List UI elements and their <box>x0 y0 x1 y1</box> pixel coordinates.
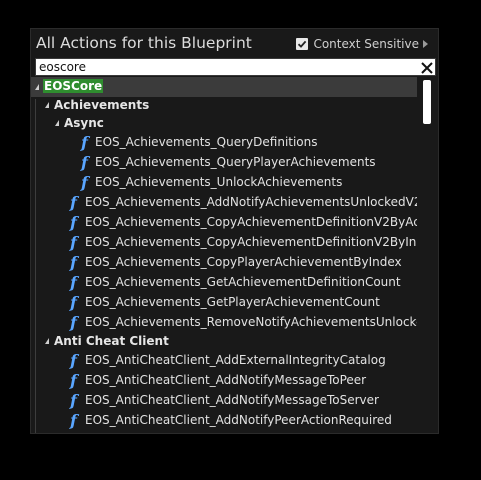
function-icon: f <box>70 193 77 212</box>
scrollbar-thumb[interactable] <box>423 80 431 124</box>
tree-function-item[interactable]: f EOS_AntiCheatClient_AddNotifyMessageTo… <box>31 390 417 410</box>
function-icon: f <box>70 273 77 292</box>
tree-function-item[interactable]: f EOS_Achievements_CopyAchievementDefini… <box>31 232 417 252</box>
collapse-arrow-icon[interactable] <box>55 120 59 126</box>
scrollbar[interactable] <box>422 79 436 433</box>
tree-guide-line <box>35 99 36 433</box>
tree-function-item[interactable]: f EOS_Achievements_AddNotifyAchievements… <box>31 192 417 212</box>
tree-category-eoscore[interactable]: EOSCore <box>31 77 417 97</box>
function-icon: f <box>70 313 77 332</box>
function-label: EOS_AntiCheatClient_AddNotifyMessageToSe… <box>85 393 379 407</box>
function-label: EOS_AntiCheatClient_AddNotifyPeerActionR… <box>85 413 392 427</box>
category-label: EOSCore <box>43 79 104 93</box>
action-tree: EOSCore Achievements Async f EOS_Achieve… <box>31 77 427 433</box>
panel-title: All Actions for this Blueprint <box>36 34 252 52</box>
function-icon: f <box>70 391 77 410</box>
search-input[interactable] <box>36 59 419 75</box>
function-label: EOS_Achievements_GetPlayerAchievementCou… <box>85 295 380 309</box>
tree-category-achievements[interactable]: Achievements <box>31 95 417 115</box>
function-label: EOS_Achievements_QueryDefinitions <box>95 135 318 149</box>
function-label: EOS_Achievements_AddNotifyAchievementsUn… <box>85 195 417 209</box>
collapse-arrow-icon[interactable] <box>45 338 49 344</box>
tree-function-item[interactable]: f EOS_AntiCheatClient_AddExternalIntegri… <box>31 350 417 370</box>
function-label: EOS_Achievements_CopyPlayerAchievementBy… <box>85 255 402 269</box>
tree-function-item[interactable]: f EOS_Achievements_GetPlayerAchievementC… <box>31 292 417 312</box>
category-label: Achievements <box>54 98 150 112</box>
function-label: EOS_Achievements_UnlockAchievements <box>95 175 343 189</box>
function-label: EOS_AntiCheatClient_AddNotifyMessageToPe… <box>85 373 367 387</box>
action-menu-panel: All Actions for this Blueprint Context S… <box>30 28 439 434</box>
function-icon: f <box>70 371 77 390</box>
tree-category-async[interactable]: Async <box>31 113 417 133</box>
function-icon: f <box>70 293 77 312</box>
checkbox-icon[interactable] <box>296 38 309 50</box>
function-icon: f <box>70 351 77 370</box>
function-icon: f <box>70 233 77 252</box>
function-icon: f <box>70 253 77 272</box>
tree-function-item[interactable]: f EOS_AntiCheatClient_AddNotifyMessageTo… <box>31 370 417 390</box>
function-icon: f <box>81 153 88 172</box>
function-label: EOS_AntiCheatClient_AddExternalIntegrity… <box>85 353 386 367</box>
function-label: EOS_Achievements_CopyAchievementDefiniti… <box>85 215 417 229</box>
expand-arrow-icon[interactable] <box>423 40 428 48</box>
search-box[interactable] <box>35 58 436 76</box>
header: All Actions for this Blueprint Context S… <box>31 29 438 57</box>
function-icon: f <box>70 411 77 430</box>
tree-function-item[interactable]: f EOS_Achievements_UnlockAchievements <box>31 172 417 192</box>
function-icon: f <box>81 173 88 192</box>
collapse-arrow-icon[interactable] <box>45 102 49 108</box>
function-label: EOS_Achievements_QueryPlayerAchievements <box>95 155 376 169</box>
tree-function-item[interactable]: f EOS_AntiCheatClient_AddNotifyPeerActio… <box>31 410 417 430</box>
tree-category-anti-cheat-client[interactable]: Anti Cheat Client <box>31 331 417 351</box>
clear-search-icon[interactable] <box>420 60 434 74</box>
tree-function-item[interactable]: f EOS_Achievements_CopyPlayerAchievement… <box>31 252 417 272</box>
context-sensitive-toggle[interactable]: Context Sensitive <box>296 36 428 52</box>
tree-function-item[interactable]: f EOS_Achievements_QueryDefinitions <box>31 132 417 152</box>
function-icon: f <box>70 213 77 232</box>
function-label: EOS_Achievements_CopyAchievementDefiniti… <box>85 235 417 249</box>
category-label: Anti Cheat Client <box>54 334 169 348</box>
function-label: EOS_Achievements_RemoveNotifyAchievement… <box>85 315 417 329</box>
context-sensitive-label: Context Sensitive <box>313 37 419 51</box>
tree-function-item[interactable]: f EOS_Achievements_QueryPlayerAchievemen… <box>31 152 417 172</box>
tree-function-item[interactable]: f EOS_Achievements_RemoveNotifyAchieveme… <box>31 312 417 332</box>
tree-function-item[interactable]: f EOS_Achievements_CopyAchievementDefini… <box>31 212 417 232</box>
tree-function-item[interactable]: f EOS_Achievements_GetAchievementDefinit… <box>31 272 417 292</box>
category-label: Async <box>64 116 104 130</box>
collapse-arrow-icon[interactable] <box>35 84 39 90</box>
function-label: EOS_Achievements_GetAchievementDefinitio… <box>85 275 401 289</box>
function-icon: f <box>81 133 88 152</box>
